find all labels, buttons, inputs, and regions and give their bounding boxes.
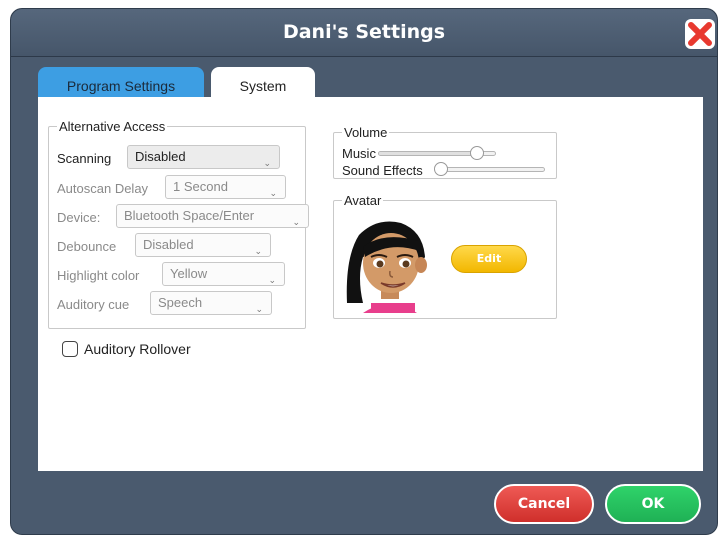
chevron-down-icon: ⌄ xyxy=(269,188,277,198)
sound-effects-label: Sound Effects xyxy=(342,163,423,178)
debounce-label: Debounce xyxy=(57,239,117,254)
auditory-rollover-label: Auditory Rollover xyxy=(84,341,191,357)
settings-window: Dani's Settings Program Settings System … xyxy=(10,8,718,535)
alternative-access-legend: Alternative Access xyxy=(59,119,166,134)
avatar-image xyxy=(343,217,433,315)
auditory-cue-select[interactable]: Speech ⌄ xyxy=(150,291,272,315)
auditory-rollover-checkbox[interactable] xyxy=(62,341,78,357)
system-panel: Alternative Access Scanning Disabled ⌄ A… xyxy=(38,97,703,471)
avatar-legend: Avatar xyxy=(344,193,382,208)
avatar-face-icon xyxy=(346,221,427,315)
music-slider[interactable] xyxy=(378,146,496,160)
chevron-down-icon: ⌄ xyxy=(254,246,262,256)
window-title: Dani's Settings xyxy=(282,21,446,43)
ok-button[interactable]: OK xyxy=(605,484,701,524)
scanning-value: Disabled xyxy=(135,149,186,164)
autoscan-delay-select[interactable]: 1 Second ⌄ xyxy=(165,175,286,199)
device-label: Device: xyxy=(57,210,101,225)
close-button[interactable] xyxy=(685,19,715,49)
chevron-down-icon: ⌄ xyxy=(292,217,300,227)
autoscan-delay-label: Autoscan Delay xyxy=(57,181,149,196)
music-label: Music xyxy=(342,146,376,161)
highlight-color-value: Yellow xyxy=(170,266,208,281)
highlight-color-select[interactable]: Yellow ⌄ xyxy=(162,262,285,286)
device-value: Bluetooth Space/Enter xyxy=(124,208,255,223)
debounce-value: Disabled xyxy=(143,237,194,252)
auditory-cue-label: Auditory cue xyxy=(57,297,130,312)
title-bar: Dani's Settings xyxy=(11,9,717,57)
chevron-down-icon: ⌄ xyxy=(268,275,276,285)
sound-effects-slider-thumb[interactable] xyxy=(434,162,448,176)
auditory-cue-value: Speech xyxy=(158,295,203,310)
scanning-label: Scanning xyxy=(57,151,112,166)
volume-legend: Volume xyxy=(344,125,388,140)
highlight-color-label: Highlight color xyxy=(57,268,140,283)
chevron-down-icon: ⌄ xyxy=(255,304,263,314)
close-icon xyxy=(688,22,712,46)
autoscan-delay-value: 1 Second xyxy=(173,179,228,194)
device-select[interactable]: Bluetooth Space/Enter ⌄ xyxy=(116,204,309,228)
scanning-select[interactable]: Disabled ⌄ xyxy=(127,145,280,169)
sound-effects-slider[interactable] xyxy=(434,162,545,176)
cancel-button[interactable]: Cancel xyxy=(494,484,594,524)
music-slider-fill xyxy=(379,152,484,155)
edit-avatar-button[interactable]: Edit xyxy=(451,245,527,273)
chevron-down-icon: ⌄ xyxy=(263,158,271,168)
debounce-select[interactable]: Disabled ⌄ xyxy=(135,233,271,257)
